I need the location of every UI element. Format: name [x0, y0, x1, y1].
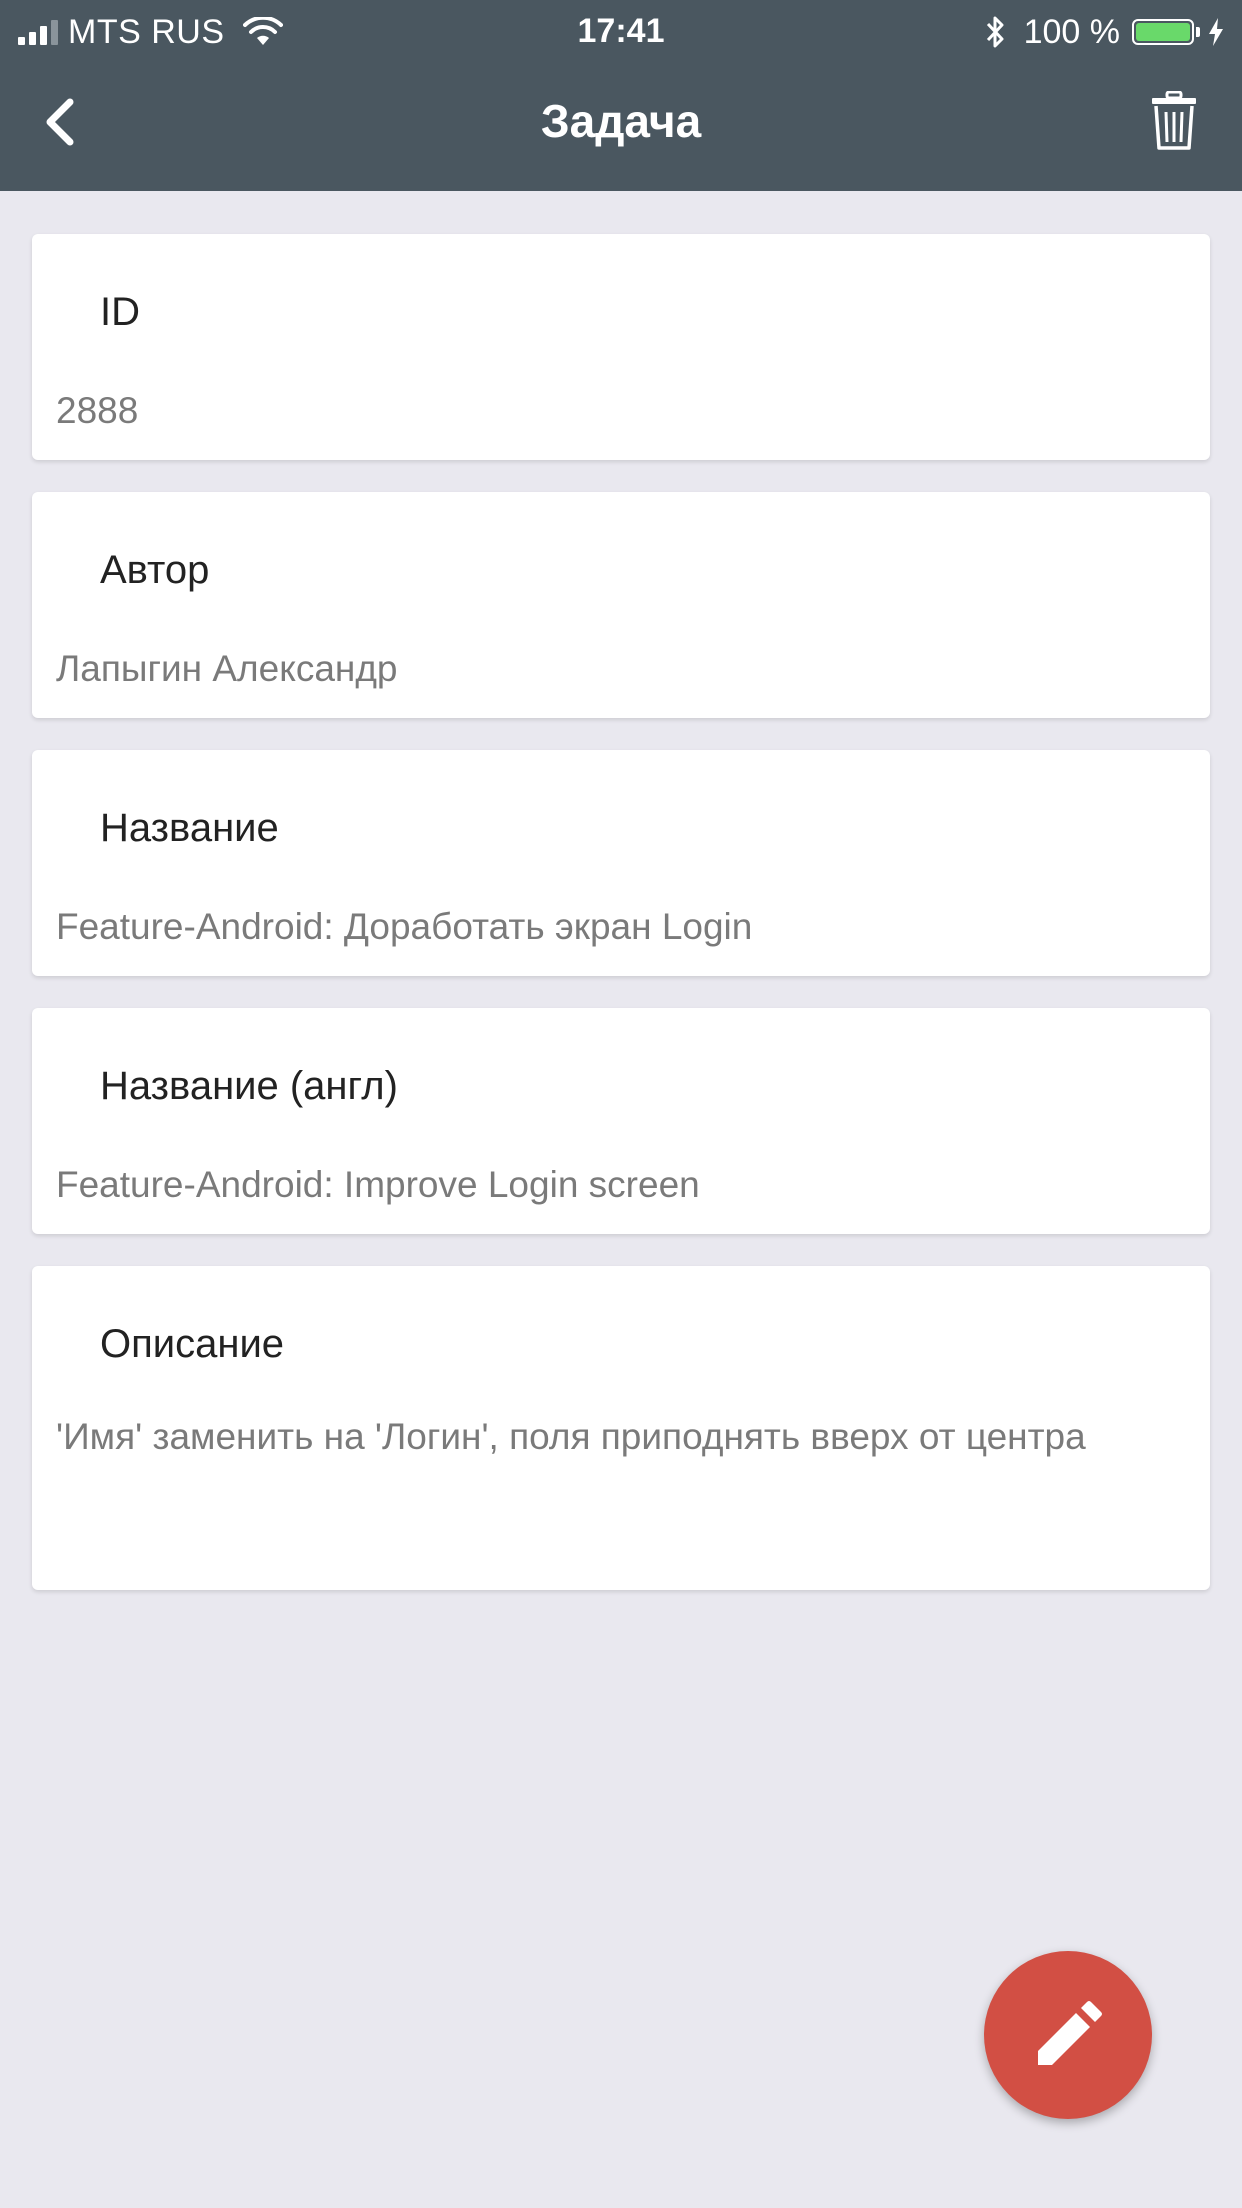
page-title: Задача	[540, 95, 702, 147]
pencil-icon	[1038, 2001, 1102, 2065]
task-details: ID 2888 Автор Лапыгин Александр Название…	[32, 234, 1210, 1622]
field-card-id: ID 2888	[32, 234, 1210, 460]
battery-percent: 100 %	[1023, 12, 1120, 51]
app-header: MTS RUS 17:41 100 % Задача	[0, 0, 1242, 191]
field-card-description: Описание 'Имя' заменить на 'Логин', поля…	[32, 1266, 1210, 1590]
field-value: Feature-Android: Доработать экран Login	[56, 906, 753, 947]
field-card-title: Название Feature-Android: Доработать экр…	[32, 750, 1210, 976]
field-label: Название (англ)	[100, 1064, 398, 1108]
bluetooth-icon	[986, 16, 1004, 48]
trash-icon	[1152, 91, 1196, 150]
battery-tip	[1196, 27, 1200, 37]
field-card-title-en: Название (англ) Feature-Android: Improve…	[32, 1008, 1210, 1234]
field-label: ID	[100, 290, 140, 334]
field-label: Описание	[100, 1322, 285, 1366]
field-label: Название	[100, 806, 279, 850]
charging-icon	[1209, 18, 1223, 46]
delete-button[interactable]	[1144, 88, 1204, 154]
status-bar: MTS RUS 17:41 100 %	[0, 0, 1242, 62]
field-label: Автор	[100, 548, 210, 592]
field-value: 2888	[56, 390, 139, 431]
field-value: 'Имя' заменить на 'Логин', поля приподня…	[56, 1416, 1086, 1457]
field-value: Feature-Android: Improve Login screen	[56, 1164, 700, 1205]
status-right: 100 %	[984, 12, 1224, 52]
field-value: Лапыгин Александр	[56, 648, 398, 689]
battery-fill	[1136, 23, 1190, 41]
battery-icon	[1132, 19, 1194, 45]
nav-bar: Задача	[0, 62, 1242, 191]
field-card-author: Автор Лапыгин Александр	[32, 492, 1210, 718]
edit-button[interactable]	[984, 1951, 1152, 2119]
